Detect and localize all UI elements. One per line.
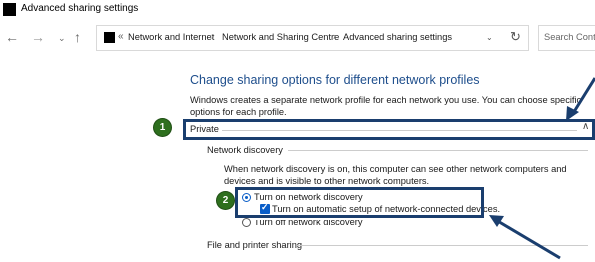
annotation-arrow-2 [495, 218, 561, 260]
breadcrumb-separator-icon[interactable]: › [211, 31, 214, 41]
window-title: Advanced sharing settings [21, 3, 139, 14]
annotation-arrowhead-2 [489, 215, 504, 227]
refresh-icon[interactable]: ↻ [510, 29, 521, 45]
breadcrumb-network-and-sharing-centre[interactable]: Network and Sharing Centre [222, 32, 339, 42]
turn-off-network-discovery-radio[interactable] [242, 218, 251, 227]
annotation-badge-1: 1 [154, 119, 171, 136]
page-description: Windows creates a separate network profi… [190, 95, 582, 117]
annotation-badge-2: 2 [217, 192, 234, 209]
address-dropdown-chevron-icon[interactable]: ⌄ [486, 33, 493, 42]
address-overflow-chevron-icon[interactable]: « [118, 31, 124, 42]
search-placeholder: Search Contr [544, 32, 595, 42]
network-discovery-divider [288, 150, 588, 151]
app-icon [3, 3, 16, 16]
breadcrumb-separator-icon[interactable]: › [333, 31, 336, 41]
control-panel-icon [104, 32, 115, 43]
forward-arrow-icon[interactable]: → [31, 29, 45, 45]
turn-off-network-discovery-label[interactable]: Turn off network discovery [254, 220, 363, 227]
back-arrow-icon[interactable]: ← [5, 29, 19, 45]
annotation-highlight-box-private [183, 119, 595, 140]
recent-locations-chevron-icon[interactable]: ⌄ [58, 33, 66, 44]
file-and-printer-sharing-divider [297, 245, 588, 246]
annotation-highlight-box-options [235, 187, 484, 218]
breadcrumb-network-and-internet[interactable]: Network and Internet [128, 32, 214, 42]
network-discovery-description: When network discovery is on, this compu… [224, 164, 567, 186]
network-discovery-heading: Network discovery [207, 145, 283, 155]
breadcrumb-advanced-sharing-settings[interactable]: Advanced sharing settings [343, 32, 452, 42]
page-heading: Change sharing options for different net… [190, 73, 480, 87]
up-arrow-icon[interactable]: ↑ [74, 29, 81, 45]
file-and-printer-sharing-heading: File and printer sharing [207, 240, 303, 250]
